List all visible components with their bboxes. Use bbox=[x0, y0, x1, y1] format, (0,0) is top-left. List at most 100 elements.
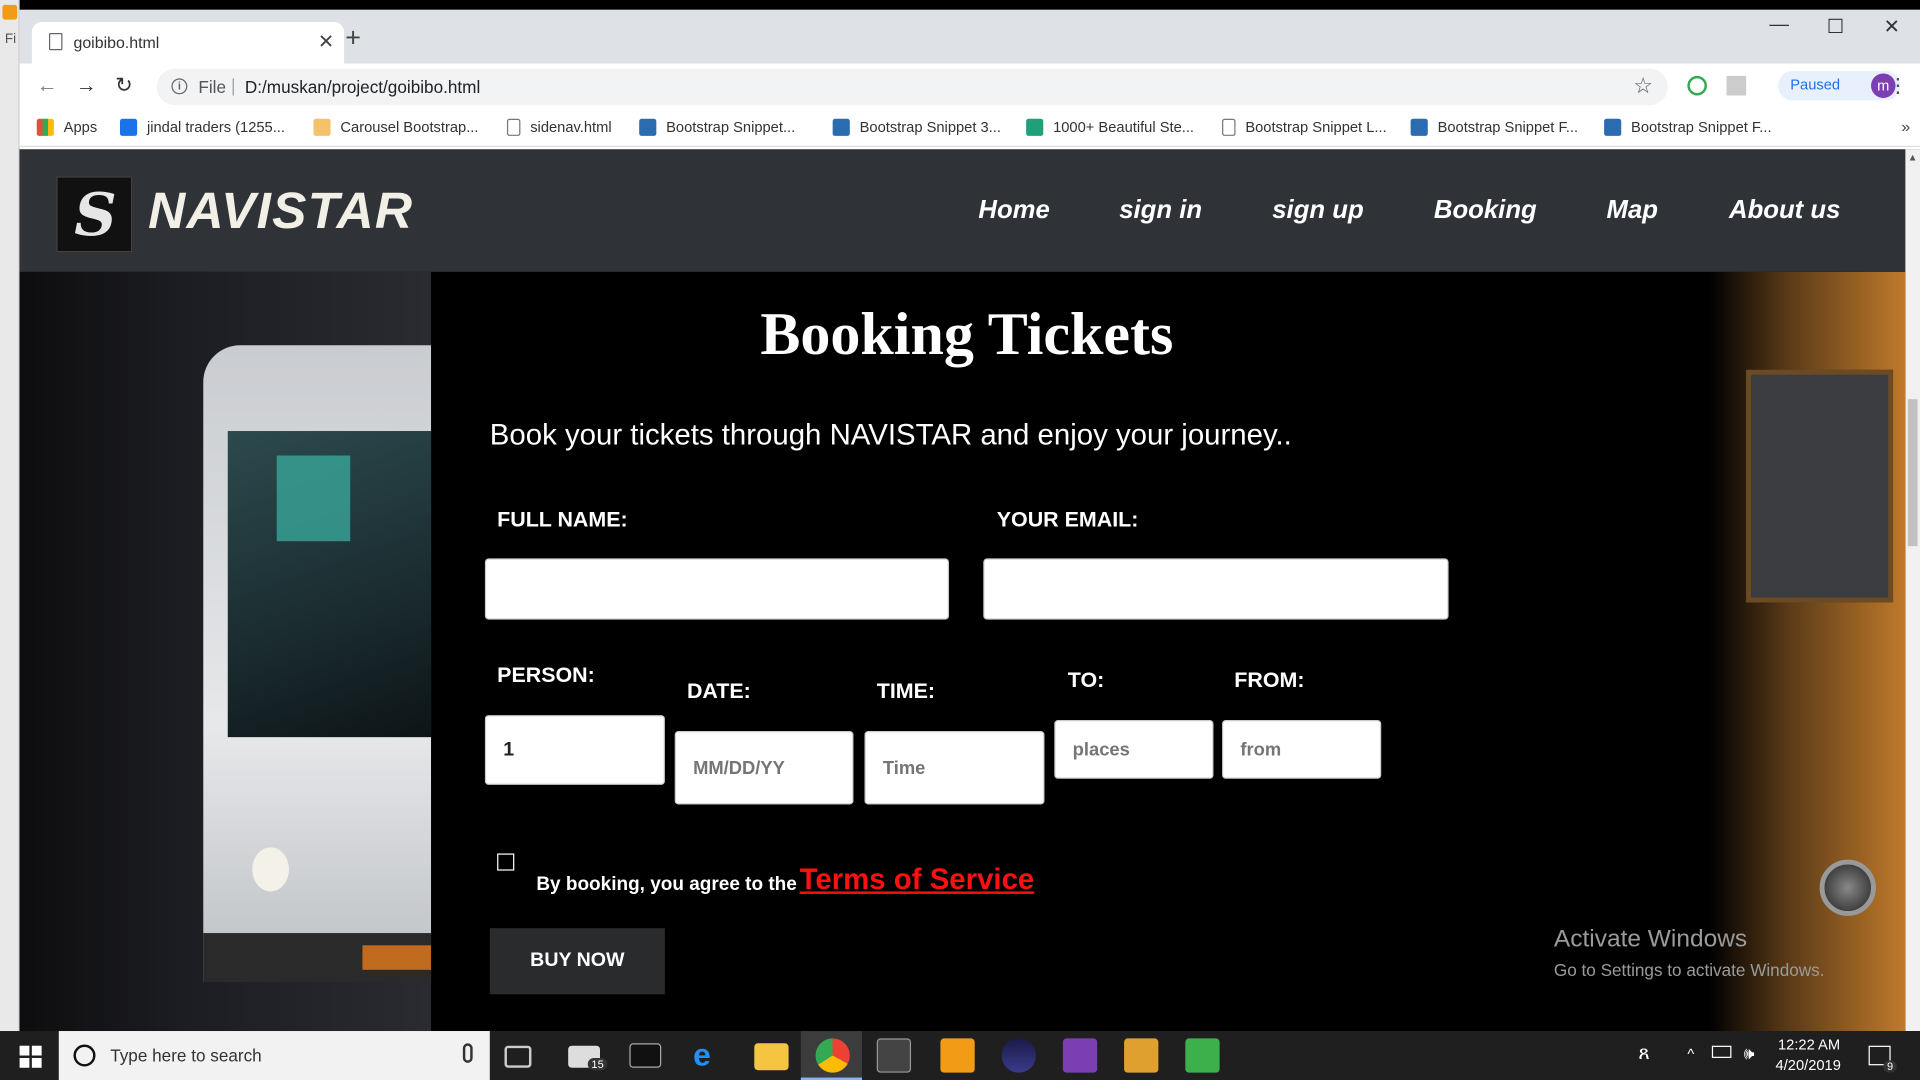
nav-sign-in[interactable]: sign in bbox=[1119, 196, 1202, 225]
clock-date[interactable]: 4/20/2019 bbox=[1776, 1057, 1841, 1074]
nav-home[interactable]: Home bbox=[978, 196, 1049, 225]
nav-sign-up[interactable]: sign up bbox=[1272, 196, 1363, 225]
bus-image-left bbox=[19, 271, 432, 1032]
profile-button[interactable]: Paused m bbox=[1777, 71, 1901, 101]
bookmark-item[interactable]: sidenav.html bbox=[506, 118, 612, 136]
logo-s-icon: S bbox=[74, 181, 117, 250]
terms-checkbox[interactable] bbox=[497, 853, 515, 871]
document-icon bbox=[48, 33, 63, 51]
site-navbar: S NAVISTAR Home sign in sign up Booking … bbox=[19, 149, 1906, 272]
from-input[interactable] bbox=[1222, 720, 1382, 779]
bookmark-item[interactable]: Apps bbox=[36, 118, 97, 136]
people-icon[interactable]: ጸ bbox=[1638, 1043, 1649, 1065]
info-icon[interactable]: i bbox=[171, 78, 188, 95]
forward-arrow-icon[interactable]: → bbox=[76, 73, 97, 97]
page-subtitle: Book your tickets through NAVISTAR and e… bbox=[489, 418, 1292, 452]
email-label: YOUR EMAIL: bbox=[996, 506, 1139, 532]
bumper-light bbox=[362, 945, 432, 970]
profile-status: Paused bbox=[1790, 75, 1841, 94]
tab-close-icon[interactable]: ✕ bbox=[318, 29, 334, 53]
page-scrollbar[interactable]: ▲ bbox=[1905, 149, 1920, 1032]
extension-puzzle-icon[interactable] bbox=[1726, 75, 1747, 96]
logo[interactable]: S bbox=[56, 176, 133, 253]
bus-headlight bbox=[1819, 859, 1876, 916]
to-input[interactable] bbox=[1054, 720, 1214, 779]
bootstrap-icon bbox=[1604, 118, 1622, 136]
browser-chrome: goibibo.html ✕ + — ☐ ✕ ← → ↻ i File D:/m… bbox=[19, 9, 1920, 150]
nav-booking[interactable]: Booking bbox=[1434, 196, 1537, 225]
window-close-icon[interactable]: ✕ bbox=[1864, 15, 1920, 39]
bookmark-item[interactable]: Bootstrap Snippet F... bbox=[1604, 118, 1772, 136]
search-placeholder: Type here to search bbox=[110, 1045, 262, 1066]
minimize-icon[interactable]: — bbox=[1751, 15, 1807, 37]
maximize-icon[interactable]: ☐ bbox=[1807, 15, 1863, 39]
visual-studio-icon[interactable] bbox=[1062, 1038, 1098, 1073]
bookmark-item[interactable]: 1000+ Beautiful Ste... bbox=[1026, 118, 1194, 136]
start-tile bbox=[19, 1045, 30, 1056]
taskbar-search[interactable]: Type here to search bbox=[58, 1031, 490, 1080]
clock-time[interactable]: 12:22 AM bbox=[1778, 1036, 1840, 1053]
buy-now-button[interactable]: BUY NOW bbox=[489, 928, 665, 995]
scrollbar-thumb[interactable] bbox=[1907, 399, 1918, 547]
cloud-download-icon[interactable] bbox=[1185, 1038, 1220, 1073]
bookmark-item[interactable]: Bootstrap Snippet F... bbox=[1410, 118, 1578, 136]
extension-icon[interactable] bbox=[1687, 75, 1707, 96]
bus-bumper bbox=[203, 933, 432, 983]
date-label: DATE: bbox=[686, 678, 751, 703]
background-window-label: Fi bbox=[4, 31, 17, 47]
file-scheme-label: File bbox=[198, 77, 226, 97]
file-explorer-icon[interactable] bbox=[754, 1043, 789, 1071]
curtain bbox=[276, 455, 351, 542]
date-input[interactable] bbox=[674, 731, 854, 805]
sublime-text-icon[interactable] bbox=[940, 1038, 975, 1073]
bookmark-item[interactable]: Bootstrap Snippet 3... bbox=[832, 118, 1001, 136]
nav-map[interactable]: Map bbox=[1607, 196, 1658, 225]
activate-windows-subtitle: Go to Settings to activate Windows. bbox=[1553, 960, 1825, 980]
bus-window bbox=[1746, 369, 1894, 603]
time-input[interactable] bbox=[864, 731, 1045, 805]
whatsapp-icon[interactable] bbox=[1124, 1038, 1159, 1073]
full-name-input[interactable] bbox=[484, 558, 949, 620]
start-tile bbox=[31, 1045, 42, 1056]
volume-icon[interactable]: 🕪 bbox=[1744, 1043, 1755, 1064]
menu-kebab-icon[interactable]: ⋮ bbox=[1888, 73, 1908, 97]
microphone-icon[interactable] bbox=[462, 1043, 473, 1063]
edge-icon[interactable]: e bbox=[693, 1036, 727, 1073]
notification-badge: 9 bbox=[1883, 1060, 1897, 1073]
activate-windows-title: Activate Windows bbox=[1553, 925, 1748, 953]
time-label: TIME: bbox=[876, 678, 936, 703]
to-label: TO: bbox=[1067, 667, 1105, 692]
tools-icon[interactable] bbox=[876, 1038, 912, 1073]
bus-window bbox=[227, 431, 432, 738]
bookmark-star-icon[interactable]: ☆ bbox=[1633, 73, 1653, 99]
document-icon bbox=[506, 118, 521, 136]
bookmark-item[interactable]: jindal traders (1255... bbox=[120, 118, 285, 136]
new-tab-button[interactable]: + bbox=[345, 24, 361, 51]
email-input[interactable] bbox=[983, 558, 1449, 620]
nav-about-us[interactable]: About us bbox=[1729, 196, 1840, 225]
task-view-icon[interactable] bbox=[504, 1045, 532, 1068]
url-text[interactable]: D:/muskan/project/goibibo.html bbox=[245, 77, 480, 97]
chevron-up-icon[interactable]: ^ bbox=[1687, 1046, 1694, 1063]
bootstrap-icon bbox=[832, 118, 850, 136]
tab-goibibo[interactable]: goibibo.html ✕ bbox=[31, 22, 345, 64]
bookmark-item[interactable]: Bootstrap Snippet L... bbox=[1222, 118, 1387, 136]
bookmarks-overflow-icon[interactable]: » bbox=[1901, 118, 1910, 136]
cortana-icon[interactable] bbox=[73, 1044, 96, 1067]
terms-of-service-link[interactable]: Terms of Service bbox=[800, 863, 1035, 897]
chrome-icon[interactable] bbox=[815, 1038, 850, 1073]
scroll-up-icon[interactable]: ▲ bbox=[1908, 152, 1918, 163]
address-bar[interactable]: i File D:/muskan/project/goibibo.html ☆ bbox=[156, 68, 1668, 106]
back-arrow-icon[interactable]: ← bbox=[37, 73, 58, 97]
terminal-icon[interactable] bbox=[629, 1043, 662, 1068]
battery-icon[interactable] bbox=[1711, 1045, 1732, 1058]
eclipse-icon[interactable] bbox=[1001, 1038, 1036, 1073]
windows-start-icon[interactable] bbox=[19, 1045, 42, 1068]
bookmark-item[interactable]: Carousel Bootstrap... bbox=[313, 118, 478, 136]
person-input[interactable] bbox=[484, 715, 665, 785]
windows-taskbar: Type here to search 15 e ጸ ^ 🕪 12:22 AM … bbox=[0, 1031, 1920, 1080]
reload-icon[interactable]: ↻ bbox=[115, 73, 132, 97]
bookmark-item[interactable]: Bootstrap Snippet... bbox=[639, 118, 795, 136]
brand-name[interactable]: NAVISTAR bbox=[148, 181, 413, 240]
bus-image-right bbox=[1709, 271, 1906, 1032]
